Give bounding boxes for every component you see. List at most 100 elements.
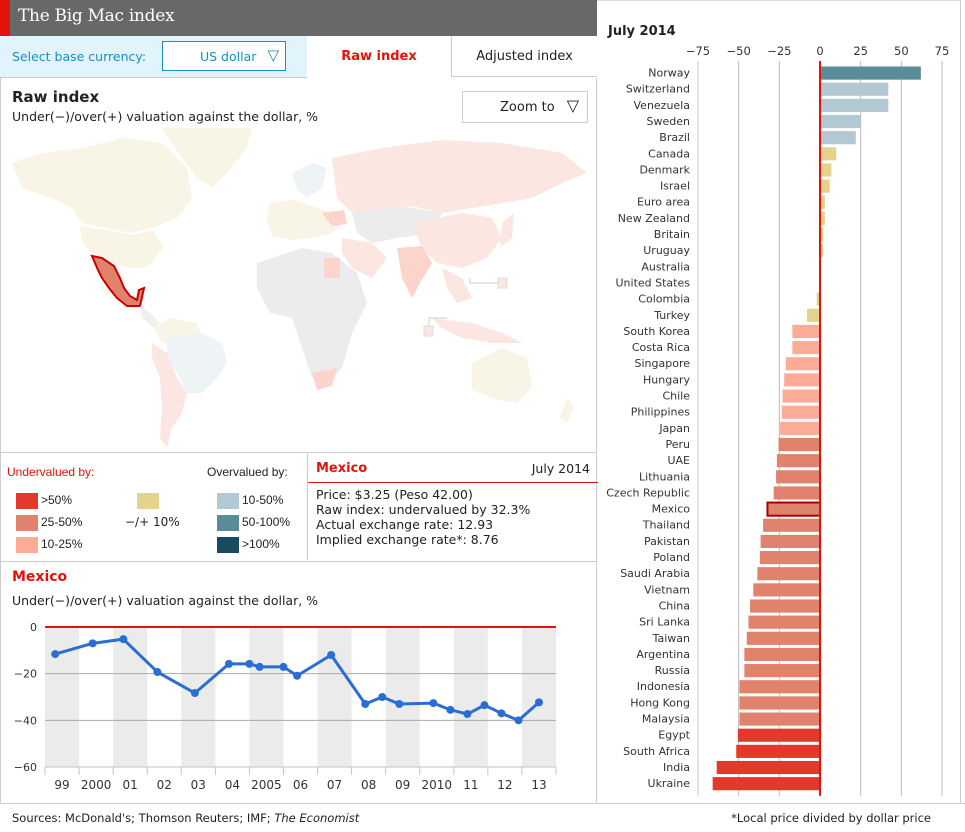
tab-adjusted-index[interactable]: Adjusted index (451, 36, 597, 77)
data-point[interactable] (514, 716, 523, 725)
category-label[interactable]: Brazil (659, 131, 690, 144)
data-point[interactable] (119, 635, 128, 644)
category-label[interactable]: Thailand (642, 519, 690, 532)
map-country-canada[interactable] (12, 138, 192, 233)
world-map[interactable] (2, 128, 596, 450)
category-label[interactable]: Denmark (639, 163, 690, 176)
category-label[interactable]: Euro area (637, 196, 690, 209)
bar[interactable] (744, 647, 820, 662)
category-label[interactable]: Philippines (631, 406, 691, 419)
bar[interactable] (776, 470, 820, 484)
map-region-southeast-asia[interactable] (442, 268, 472, 303)
bar[interactable] (737, 728, 820, 742)
data-point[interactable] (51, 650, 60, 659)
category-label[interactable]: United States (616, 276, 691, 289)
bar[interactable] (820, 163, 832, 177)
data-point[interactable] (255, 662, 264, 671)
bar[interactable] (820, 82, 889, 96)
category-label[interactable]: Saudi Arabia (620, 567, 690, 580)
bar[interactable] (785, 357, 820, 371)
category-label[interactable]: Malaysia (642, 713, 690, 726)
category-label[interactable]: Lithuania (639, 470, 690, 483)
bar[interactable] (739, 680, 820, 694)
bar[interactable] (782, 389, 820, 403)
bar[interactable] (820, 131, 856, 145)
category-label[interactable]: Venezuela (634, 99, 691, 112)
category-label[interactable]: Colombia (638, 293, 690, 306)
category-label[interactable]: Singapore (635, 357, 691, 370)
map-country-australia[interactable] (472, 348, 532, 403)
category-label[interactable]: Vietnam (644, 583, 690, 596)
data-point[interactable] (153, 668, 162, 677)
category-label[interactable]: Ukraine (648, 777, 691, 790)
bar[interactable] (750, 599, 820, 613)
category-label[interactable]: Uruguay (643, 244, 690, 257)
bar[interactable] (806, 308, 820, 322)
bar[interactable] (820, 98, 889, 112)
category-label[interactable]: Hong Kong (630, 696, 690, 709)
category-label[interactable]: Hungary (643, 373, 690, 386)
bar[interactable] (820, 114, 861, 129)
bar[interactable] (753, 583, 820, 597)
map-country-russia[interactable] (332, 140, 587, 213)
data-point[interactable] (327, 651, 336, 659)
category-label[interactable]: Israel (660, 180, 690, 193)
data-point[interactable] (224, 659, 233, 668)
category-label[interactable]: Czech Republic (606, 486, 690, 499)
data-point[interactable] (245, 659, 254, 668)
data-point[interactable] (190, 689, 199, 698)
data-point[interactable] (279, 662, 288, 671)
category-label[interactable]: Australia (641, 260, 690, 273)
data-point[interactable] (497, 709, 506, 718)
category-label[interactable]: UAE (667, 454, 690, 467)
bar[interactable] (792, 324, 820, 339)
data-point[interactable] (293, 671, 302, 680)
bar[interactable] (739, 696, 820, 710)
category-label[interactable]: Mexico (652, 503, 691, 516)
bar[interactable] (757, 567, 820, 581)
data-point[interactable] (88, 639, 97, 648)
bar[interactable] (792, 341, 820, 355)
bar[interactable] (820, 66, 921, 80)
bar[interactable] (766, 501, 821, 517)
bar[interactable] (716, 760, 820, 775)
bar[interactable] (760, 534, 820, 548)
tab-raw-index[interactable]: Raw index (307, 36, 451, 77)
category-label[interactable]: Peru (665, 438, 690, 451)
map-callout-singapore[interactable] (423, 325, 434, 337)
bar[interactable] (780, 421, 820, 435)
category-label[interactable]: Japan (658, 422, 690, 435)
category-label[interactable]: Indonesia (637, 680, 690, 693)
bar[interactable] (763, 518, 820, 532)
data-point[interactable] (463, 710, 472, 719)
bar[interactable] (784, 373, 820, 387)
data-point[interactable] (446, 705, 455, 714)
map-country-new-zealand[interactable] (560, 398, 574, 423)
category-label[interactable]: Chile (662, 390, 690, 403)
base-currency-select[interactable]: US dollar ▽ (162, 41, 286, 71)
map-country-egypt[interactable] (324, 258, 340, 278)
bar[interactable] (776, 454, 820, 468)
bar[interactable] (712, 777, 820, 791)
bar[interactable] (759, 551, 820, 565)
data-point[interactable] (378, 693, 387, 701)
category-label[interactable]: Britain (654, 228, 690, 241)
data-point[interactable] (395, 700, 404, 708)
category-label[interactable]: Switzerland (626, 83, 690, 96)
data-point[interactable] (361, 700, 370, 708)
data-point[interactable] (429, 699, 438, 708)
category-label[interactable]: Turkey (653, 309, 690, 322)
map-region-indonesia[interactable] (432, 318, 522, 343)
category-label[interactable]: Taiwan (652, 632, 690, 645)
bar[interactable] (736, 744, 820, 758)
map-callout-hong-kong[interactable] (497, 277, 508, 289)
category-label[interactable]: Sweden (647, 115, 690, 128)
category-label[interactable]: South Africa (623, 745, 690, 758)
bar[interactable] (739, 712, 820, 726)
category-label[interactable]: Sri Lanka (639, 616, 690, 629)
bar[interactable] (746, 631, 820, 645)
category-label[interactable]: Norway (648, 67, 690, 80)
category-label[interactable]: Russia (655, 664, 690, 677)
category-label[interactable]: Poland (653, 551, 690, 564)
map-country-india[interactable] (397, 246, 432, 298)
